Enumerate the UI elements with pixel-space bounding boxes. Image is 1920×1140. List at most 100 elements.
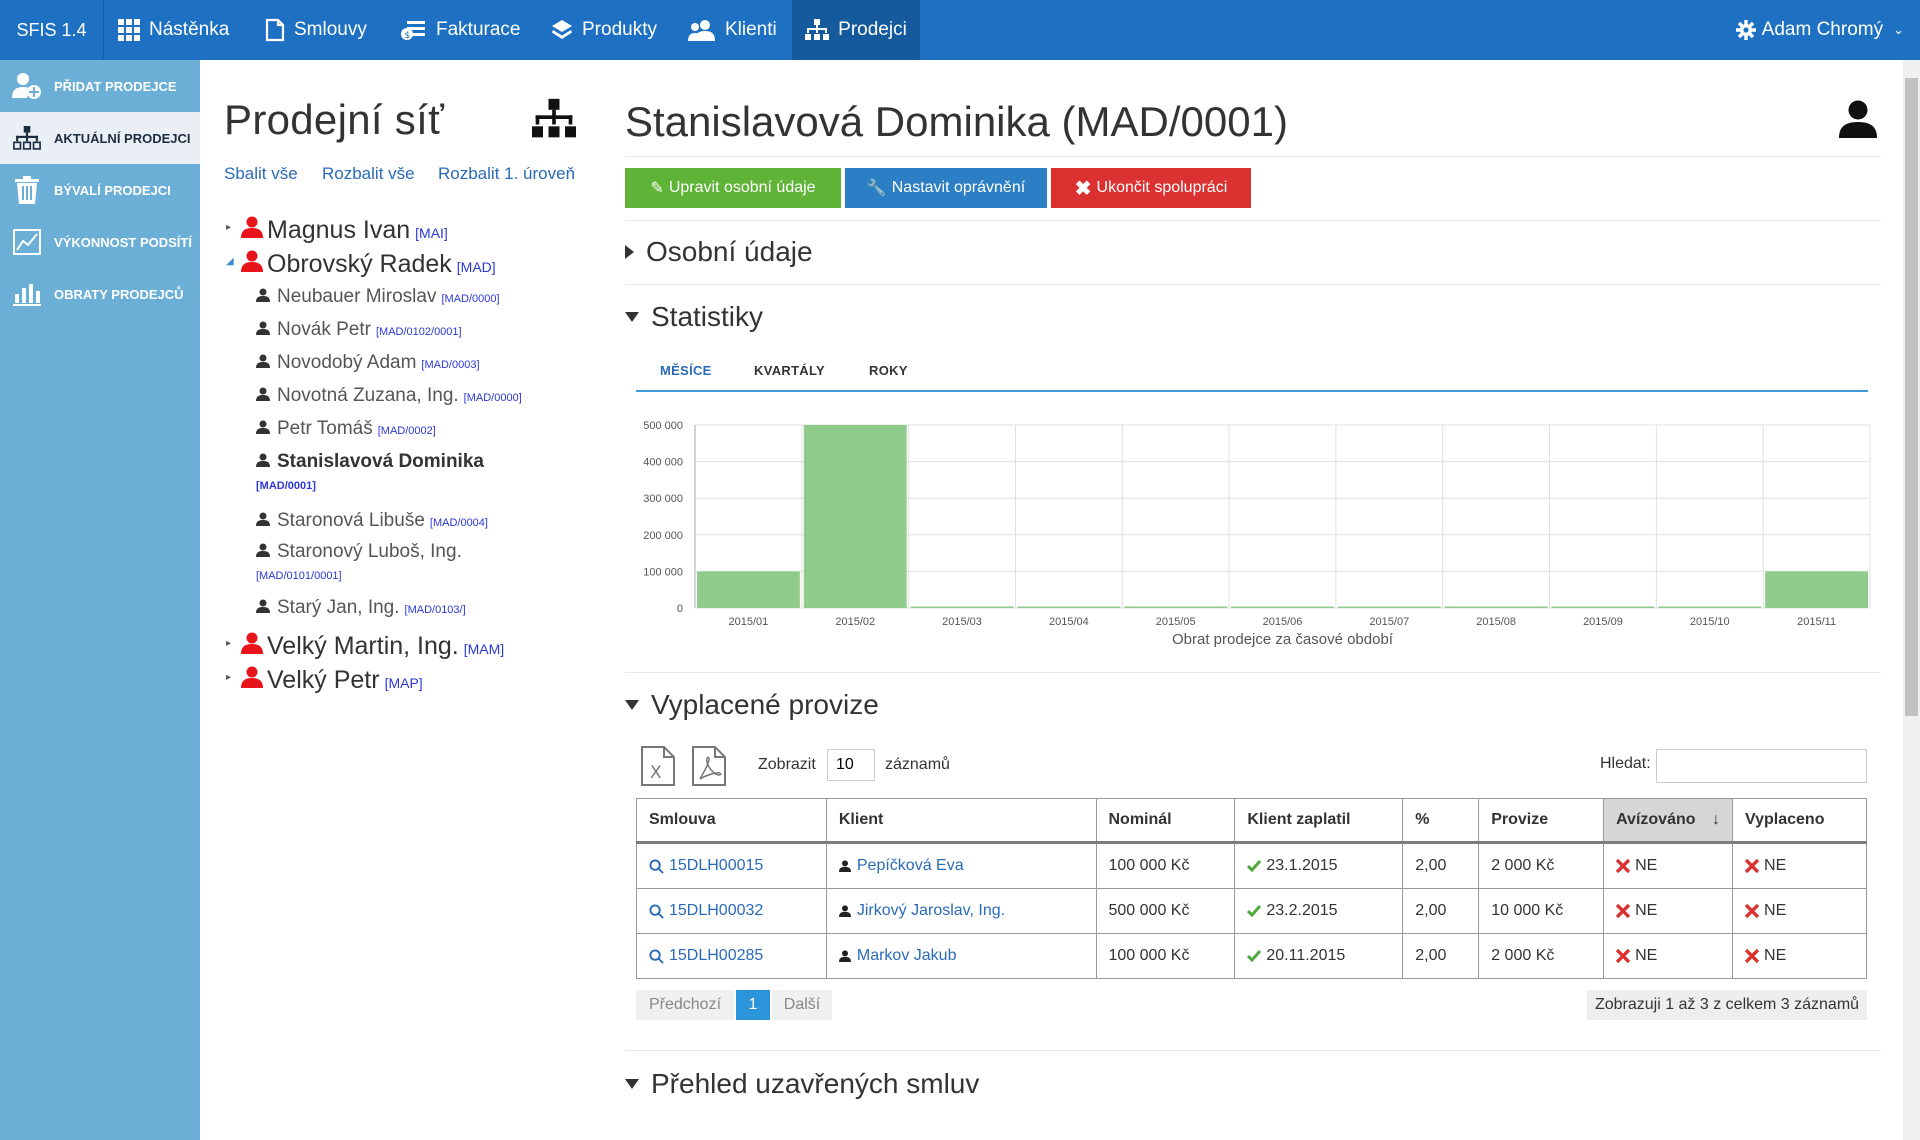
chart-bar [1551, 606, 1655, 608]
tree-node-name: Velký Martin, Ing. [267, 632, 459, 660]
nav-label: Fakturace [436, 19, 521, 40]
collapse-all-link[interactable]: Sbalit vše [224, 164, 298, 184]
cell-client[interactable]: Pepíčková Eva [825, 842, 1097, 889]
column-header-client-paid[interactable]: Klient zaplatil [1234, 798, 1404, 844]
column-header-contract[interactable]: Smlouva [636, 798, 827, 844]
tree-node-child[interactable]: Starý Jan, Ing. [MAD/0103/] [256, 597, 466, 619]
edit-personal-button[interactable]: ✎ Upravit osobní údaje [625, 168, 841, 208]
tab-months[interactable]: MĚSÍCE [660, 363, 712, 378]
expand-arrow-icon[interactable]: ▸ [226, 222, 231, 233]
y-tick-label: 100 000 [643, 566, 683, 578]
column-header-client[interactable]: Klient [825, 798, 1097, 844]
next-page-button[interactable]: Další [772, 990, 832, 1020]
section-stats[interactable]: Statistiky [625, 301, 763, 333]
end-cooperation-button[interactable]: ✖ Ukončit spolupráci [1051, 168, 1251, 208]
tree-node-child[interactable]: Novodobý Adam [MAD/0003] [256, 352, 480, 374]
column-header-advised[interactable]: Avízováno ↓ [1603, 798, 1734, 844]
user-menu[interactable]: Adam Chromý ⌄ [1735, 0, 1904, 60]
sidebar-item-add-seller[interactable]: PŘIDAT PRODEJCE [0, 60, 200, 112]
nav-smlouvy[interactable]: Smlouvy [265, 0, 367, 60]
contract-link[interactable]: 15DLH00032 [669, 902, 763, 920]
user-icon [256, 453, 270, 472]
section-commissions[interactable]: Vyplacené provize [625, 689, 879, 721]
paid-date: 20.11.2015 [1266, 947, 1346, 964]
page-1-button[interactable]: 1 [736, 990, 770, 1020]
tree-node-root[interactable]: Velký Martin, Ing. [MAM] [240, 632, 504, 661]
scrollbar-thumb[interactable] [1905, 78, 1918, 716]
prev-page-button[interactable]: Předchozí [636, 990, 734, 1020]
x-tick-label: 2015/06 [1263, 616, 1303, 628]
pdf-export-icon[interactable] [691, 745, 727, 792]
tree-node-child[interactable]: Staronová Libuše [MAD/0004] [256, 510, 488, 532]
expand-arrow-icon[interactable]: ▸ [226, 672, 231, 683]
sitemap-icon [0, 126, 54, 150]
cell-client-paid: 20.11.2015 [1234, 933, 1404, 979]
sitemap-icon [532, 98, 576, 145]
nav-produkty[interactable]: Produkty [551, 0, 657, 60]
pencil-icon: ✎ [650, 180, 664, 197]
cell-contract[interactable]: 15DLH00032 [636, 888, 827, 934]
invoice-icon: $ [401, 19, 427, 41]
section-contracts[interactable]: Přehled uzavřených smluv [625, 1068, 979, 1100]
tree-node-child[interactable]: Petr Tomáš [MAD/0002] [256, 418, 436, 440]
tree-node-child[interactable]: Novotná Zuzana, Ing. [MAD/0000] [256, 385, 522, 407]
tree-node-root[interactable]: Obrovský Radek [MAD] [240, 250, 496, 279]
cell-client[interactable]: Markov Jakub [825, 933, 1097, 979]
expand-first-level-link[interactable]: Rozbalit 1. úroveň [438, 164, 575, 184]
column-header-percent[interactable]: % [1402, 798, 1480, 844]
contract-link[interactable]: 15DLH00285 [669, 947, 763, 965]
nav-label: Klienti [725, 19, 777, 40]
cell-contract[interactable]: 15DLH00015 [636, 842, 827, 889]
sidebar-item-current-sellers[interactable]: AKTUÁLNÍ PRODEJCI [0, 112, 200, 164]
tree-node-selected[interactable]: Stanislavová Dominika [256, 451, 484, 473]
cell-contract[interactable]: 15DLH00285 [636, 933, 827, 979]
top-navbar: SFIS 1.4 Nástěnka Smlouvy $ Fakturace Pr… [0, 0, 1920, 60]
cell-client[interactable]: Jirkový Jaroslav, Ing. [825, 888, 1097, 934]
contract-link[interactable]: 15DLH00015 [669, 857, 763, 875]
tree-node-root[interactable]: Velký Petr [MAP] [240, 666, 423, 695]
sidebar-item-seller-turnover[interactable]: OBRATY PRODEJCŮ [0, 268, 200, 320]
cross-icon [1745, 904, 1760, 918]
tab-years[interactable]: ROKY [869, 363, 908, 378]
column-header-commission[interactable]: Provize [1478, 798, 1605, 844]
expand-arrow-icon[interactable]: ▸ [226, 638, 231, 649]
tree-node-code: [MAD/0000] [463, 392, 522, 404]
paid-out-value: NE [1764, 857, 1787, 874]
tree-node-root[interactable]: Magnus Ivan [MAI] [240, 216, 448, 245]
y-tick-label: 0 [677, 603, 683, 615]
nav-nastenka[interactable]: Nástěnka [118, 0, 229, 60]
tree-node-child[interactable]: Neubauer Miroslav [MAD/0000] [256, 286, 500, 308]
cell-percent: 2,00 [1402, 933, 1480, 979]
paid-date: 23.1.2015 [1266, 857, 1338, 874]
client-link[interactable]: Pepíčková Eva [857, 857, 964, 875]
expand-all-link[interactable]: Rozbalit vše [322, 164, 415, 184]
column-header-paid-out[interactable]: Vyplaceno [1732, 798, 1867, 844]
tree-node-child[interactable]: Novák Petr [MAD/0102/0001] [256, 319, 462, 341]
client-link[interactable]: Jirkový Jaroslav, Ing. [857, 902, 1005, 920]
cross-icon [1616, 859, 1631, 873]
chart-bar [1658, 606, 1762, 608]
table-row: 15DLH00015 Pepíčková Eva 100 000 Kč 23.1.20… [636, 842, 1867, 889]
page-size-input[interactable] [827, 749, 875, 781]
tree-node-child[interactable]: Staronový Luboš, Ing. [256, 541, 462, 563]
excel-export-icon[interactable]: X [640, 745, 676, 792]
table-info: Zobrazuji 1 až 3 z celkem 3 záznamů [1587, 990, 1867, 1020]
x-tick-label: 2015/07 [1369, 616, 1409, 628]
search-input[interactable] [1656, 749, 1867, 783]
cell-commission: 10 000 Kč [1478, 888, 1605, 934]
section-personal[interactable]: Osobní údaje [625, 236, 813, 268]
collapse-arrow-icon[interactable]: ◢ [226, 256, 234, 267]
column-header-nominal[interactable]: Nominál [1095, 798, 1236, 844]
caret-right-icon [625, 245, 634, 259]
tab-quarters[interactable]: KVARTÁLY [754, 363, 825, 378]
nav-klienti[interactable]: Klienti [688, 0, 777, 60]
sidebar-item-former-sellers[interactable]: BÝVALÍ PRODEJCI [0, 164, 200, 216]
red-user-icon [240, 250, 264, 277]
app-brand[interactable]: SFIS 1.4 [0, 0, 104, 60]
nav-prodejci[interactable]: Prodejci [792, 0, 920, 60]
set-permissions-button[interactable]: 🔧 Nastavit oprávnění [845, 168, 1047, 208]
red-user-icon [240, 216, 264, 243]
client-link[interactable]: Markov Jakub [857, 947, 957, 965]
nav-fakturace[interactable]: $ Fakturace [401, 0, 520, 60]
sidebar-item-subnet-performance[interactable]: VÝKONNOST PODSÍTÍ [0, 216, 200, 268]
